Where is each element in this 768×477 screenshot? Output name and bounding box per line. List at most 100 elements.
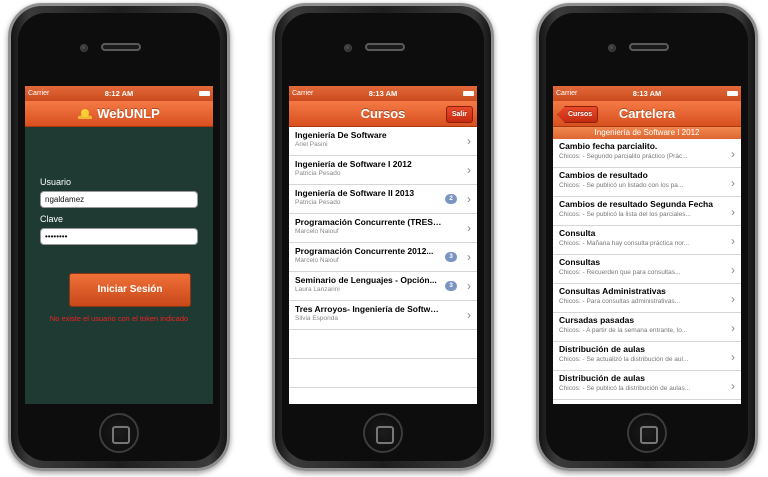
chevron-right-icon: › [731,234,735,248]
unlp-logo-icon [78,108,93,119]
course-title: Programación Concurrente (TRES ARR... [295,217,461,227]
nav-bar: Cursos Salir [289,101,477,127]
course-teacher: Ariel Pasini [295,141,328,148]
chevron-right-icon: › [731,205,735,219]
camera-icon [80,44,88,52]
post-snippet: Chicos: - Mañana hay consulta práctica n… [559,240,690,247]
post-row[interactable]: Cambios de resultado Chicos: - Se publicó… [553,168,741,197]
phone-login: Carrier 8:12 AM WebUNLP Usuario ngaldame… [8,3,230,471]
post-row[interactable]: Cursadas pasadas Chicos: - A partir de la… [553,313,741,342]
battery-icon [199,91,210,96]
section-header: Ingeniería de Software I 2012 [553,127,741,139]
post-row[interactable]: Consultas Administrativas Chicos: - Para … [553,284,741,313]
status-bar: Carrier 8:13 AM [289,86,477,101]
course-teacher: Silvia Esponda [295,315,338,322]
course-row[interactable]: Ingeniería de Software II 2013 Patricia P… [289,185,477,214]
chevron-right-icon: › [467,221,471,235]
status-bar: Carrier 8:12 AM [25,86,213,101]
chevron-right-icon: › [467,279,471,293]
login-screen: Carrier 8:12 AM WebUNLP Usuario ngaldame… [25,86,213,404]
home-button[interactable] [99,413,139,453]
camera-icon [608,44,616,52]
post-row[interactable]: Distribución de aulas Chicos: - Se actual… [553,342,741,371]
post-title: Cambios de resultado [559,170,648,180]
chevron-right-icon: › [731,176,735,190]
chevron-right-icon: › [467,192,471,206]
chevron-right-icon: › [731,147,735,161]
unread-badge: 3 [445,252,457,262]
course-title: Ingeniería de Software I 2012 [295,159,412,169]
chevron-right-icon: › [731,321,735,335]
nav-title: Cursos [360,106,406,121]
clave-input[interactable]: •••••••• [40,228,198,245]
back-button[interactable]: Cursos [557,106,599,123]
usuario-label: Usuario [40,177,72,187]
post-title: Distribución de aulas [559,344,645,354]
cursos-screen: Carrier 8:13 AM Cursos Salir Ingeniería … [289,86,477,404]
chevron-right-icon: › [731,350,735,364]
post-title: Cambio fecha parcialito. [559,141,658,151]
chevron-right-icon: › [731,379,735,393]
course-teacher: Patricia Pesado [295,170,341,177]
post-title: Consultas Administrativas [559,286,666,296]
course-title: Ingeniería De Software [295,130,387,140]
chevron-right-icon: › [731,292,735,306]
login-button[interactable]: Iniciar Sesión [69,273,191,307]
course-row[interactable]: Programación Concurrente (TRES ARR... Mar… [289,214,477,243]
nav-bar: WebUNLP [25,101,213,127]
login-form: Usuario ngaldamez Clave •••••••• Iniciar… [25,127,213,404]
battery-icon [727,91,738,96]
chevron-right-icon: › [731,263,735,277]
post-title: Cursadas pasadas [559,315,635,325]
post-snippet: Chicos: - Se publicó la distribución de … [559,385,691,392]
post-snippet: Chicos: - Se publicó un listado con los … [559,182,684,189]
speaker-grille [101,43,141,51]
post-title: Cambios de resultado Segunda Fecha [559,199,713,209]
post-row[interactable]: Cambio fecha parcialito. Chicos: - Segund… [553,139,741,168]
status-bar: Carrier 8:13 AM [553,86,741,101]
post-title: Consultas [559,257,601,267]
post-list: Cambio fecha parcialito. Chicos: - Segund… [553,139,741,400]
empty-row [289,388,477,404]
chevron-right-icon: › [467,250,471,264]
status-time: 8:13 AM [632,89,662,98]
course-row[interactable]: Seminario de Lenguajes - Opción... Laura … [289,272,477,301]
empty-row [289,330,477,359]
speaker-grille [365,43,405,51]
post-snippet: Chicos: - A partir de la semana entrante… [559,327,688,334]
status-time: 8:12 AM [104,89,134,98]
course-title: Tres Arroyos- Ingeniería de Software II [295,304,451,314]
status-time: 8:13 AM [368,89,398,98]
speaker-grille [629,43,669,51]
chevron-right-icon: › [467,163,471,177]
unread-badge: 3 [445,281,457,291]
post-snippet: Chicos: - Para consultas administrativas… [559,298,681,305]
post-snippet: Chicos: - Segundo parcialito práctico (P… [559,153,688,160]
course-teacher: Marcelo Naiouf [295,228,339,235]
clave-label: Clave [40,214,64,224]
error-message: No existe el usuario con el token indica… [49,314,189,323]
course-row[interactable]: Tres Arroyos- Ingeniería de Software II S… [289,301,477,330]
post-title: Distribución de aulas [559,373,645,383]
post-snippet: Chicos: - Se actualizó la distribución d… [559,356,689,363]
post-row[interactable]: Consultas Chicos: - Recuerden que para co… [553,255,741,284]
phone-cursos: Carrier 8:13 AM Cursos Salir Ingeniería … [272,3,494,471]
salir-button[interactable]: Salir [445,106,473,123]
usuario-input[interactable]: ngaldamez [40,191,198,208]
course-row[interactable]: Ingeniería de Software I 2012 Patricia Pe… [289,156,477,185]
post-row[interactable]: Cambios de resultado Segunda Fecha Chicos… [553,197,741,226]
course-row[interactable]: Ingeniería De Software Ariel Pasini › [289,127,477,156]
camera-icon [344,44,352,52]
home-button[interactable] [363,413,403,453]
unread-badge: 2 [445,194,457,204]
cartelera-screen: Carrier 8:13 AM Cursos Cartelera Ingenie… [553,86,741,404]
phone-cartelera: Carrier 8:13 AM Cursos Cartelera Ingenie… [536,3,758,471]
empty-row [289,359,477,388]
nav-title: WebUNLP [97,106,160,121]
post-row[interactable]: Consulta Chicos: - Mañana hay consulta pr… [553,226,741,255]
post-row[interactable]: Distribución de aulas Chicos: - Se public… [553,371,741,400]
post-snippet: Chicos: - Se publicó la lista del los pa… [559,211,691,218]
home-button[interactable] [627,413,667,453]
course-row[interactable]: Programación Concurrente 2012... Marcelo … [289,243,477,272]
post-snippet: Chicos: - Recuerden que para consultas..… [559,269,681,276]
